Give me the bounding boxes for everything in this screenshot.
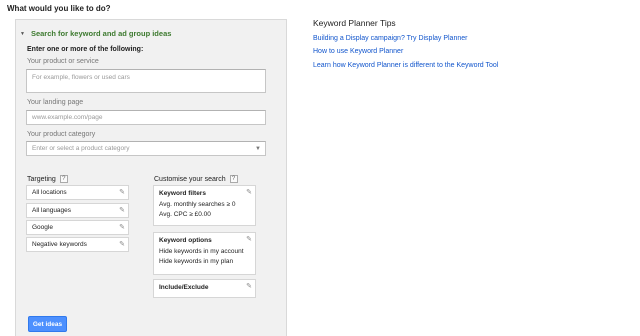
targeting-heading: Targeting ? xyxy=(27,175,68,183)
tip-link-how-to-use[interactable]: How to use Keyword Planner xyxy=(313,48,403,55)
include-exclude-card[interactable]: Include/Exclude ✎ xyxy=(153,279,256,298)
tips-title: Keyword Planner Tips xyxy=(313,18,396,28)
page-question: What would you like to do? xyxy=(7,4,111,13)
pencil-icon[interactable]: ✎ xyxy=(119,188,125,196)
option-line: Hide keywords in my plan xyxy=(159,258,234,265)
landing-page-label: Your landing page xyxy=(27,99,84,106)
tip-link-display-planner[interactable]: Building a Display campaign? Try Display… xyxy=(313,35,467,42)
targeting-item-label: Google xyxy=(32,224,53,231)
tip-link-keyword-tool-difference[interactable]: Learn how Keyword Planner is different t… xyxy=(313,62,498,69)
targeting-item-network[interactable]: Google ✎ xyxy=(26,220,129,235)
targeting-item-label: Negative keywords xyxy=(32,241,87,248)
product-input[interactable]: For example, flowers or used cars xyxy=(26,69,266,93)
keyword-options-card[interactable]: Keyword options Hide keywords in my acco… xyxy=(153,232,256,275)
include-exclude-title: Include/Exclude xyxy=(159,284,209,291)
pencil-icon[interactable]: ✎ xyxy=(119,240,125,248)
pencil-icon[interactable]: ✎ xyxy=(246,235,252,243)
pencil-icon[interactable]: ✎ xyxy=(246,282,252,290)
landing-page-input[interactable]: www.example.com/page xyxy=(26,110,266,125)
customise-heading: Customise your search ? xyxy=(154,175,238,183)
toggle-label: Search for keyword and ad group ideas xyxy=(30,29,172,38)
landing-page-placeholder: www.example.com/page xyxy=(32,114,103,121)
keyword-filters-title: Keyword filters xyxy=(159,190,206,197)
filter-line: Avg. monthly searches ≥ 0 xyxy=(159,201,236,208)
product-label: Your product or service xyxy=(27,58,99,65)
category-select[interactable]: Enter or select a product category ▼ xyxy=(26,141,266,156)
pencil-icon[interactable]: ✎ xyxy=(119,223,125,231)
keyword-filters-card[interactable]: Keyword filters Avg. monthly searches ≥ … xyxy=(153,185,256,226)
search-keyword-ideas-toggle[interactable]: ▼ Search for keyword and ad group ideas xyxy=(20,29,171,38)
help-icon[interactable]: ? xyxy=(229,175,238,183)
targeting-item-label: All languages xyxy=(32,207,72,214)
triangle-down-icon: ▼ xyxy=(20,30,25,37)
option-line: Hide keywords in my account xyxy=(159,248,244,255)
keyword-ideas-panel: ▼ Search for keyword and ad group ideas … xyxy=(15,19,287,336)
targeting-label: Targeting xyxy=(27,175,56,183)
intro-text: Enter one or more of the following: xyxy=(27,46,144,53)
customise-label: Customise your search xyxy=(154,175,226,183)
get-ideas-button[interactable]: Get ideas xyxy=(28,316,67,332)
targeting-item-label: All locations xyxy=(32,189,67,196)
targeting-item-locations[interactable]: All locations ✎ xyxy=(26,185,129,200)
product-placeholder: For example, flowers or used cars xyxy=(32,74,130,81)
pencil-icon[interactable]: ✎ xyxy=(119,206,125,214)
filter-line: Avg. CPC ≥ £0.00 xyxy=(159,211,211,218)
targeting-item-languages[interactable]: All languages ✎ xyxy=(26,203,129,218)
chevron-down-icon: ▼ xyxy=(255,146,261,152)
category-placeholder: Enter or select a product category xyxy=(32,145,130,152)
targeting-item-negative-keywords[interactable]: Negative keywords ✎ xyxy=(26,237,129,252)
keyword-options-title: Keyword options xyxy=(159,237,212,244)
category-label: Your product category xyxy=(27,131,96,138)
help-icon[interactable]: ? xyxy=(59,175,68,183)
pencil-icon[interactable]: ✎ xyxy=(246,188,252,196)
